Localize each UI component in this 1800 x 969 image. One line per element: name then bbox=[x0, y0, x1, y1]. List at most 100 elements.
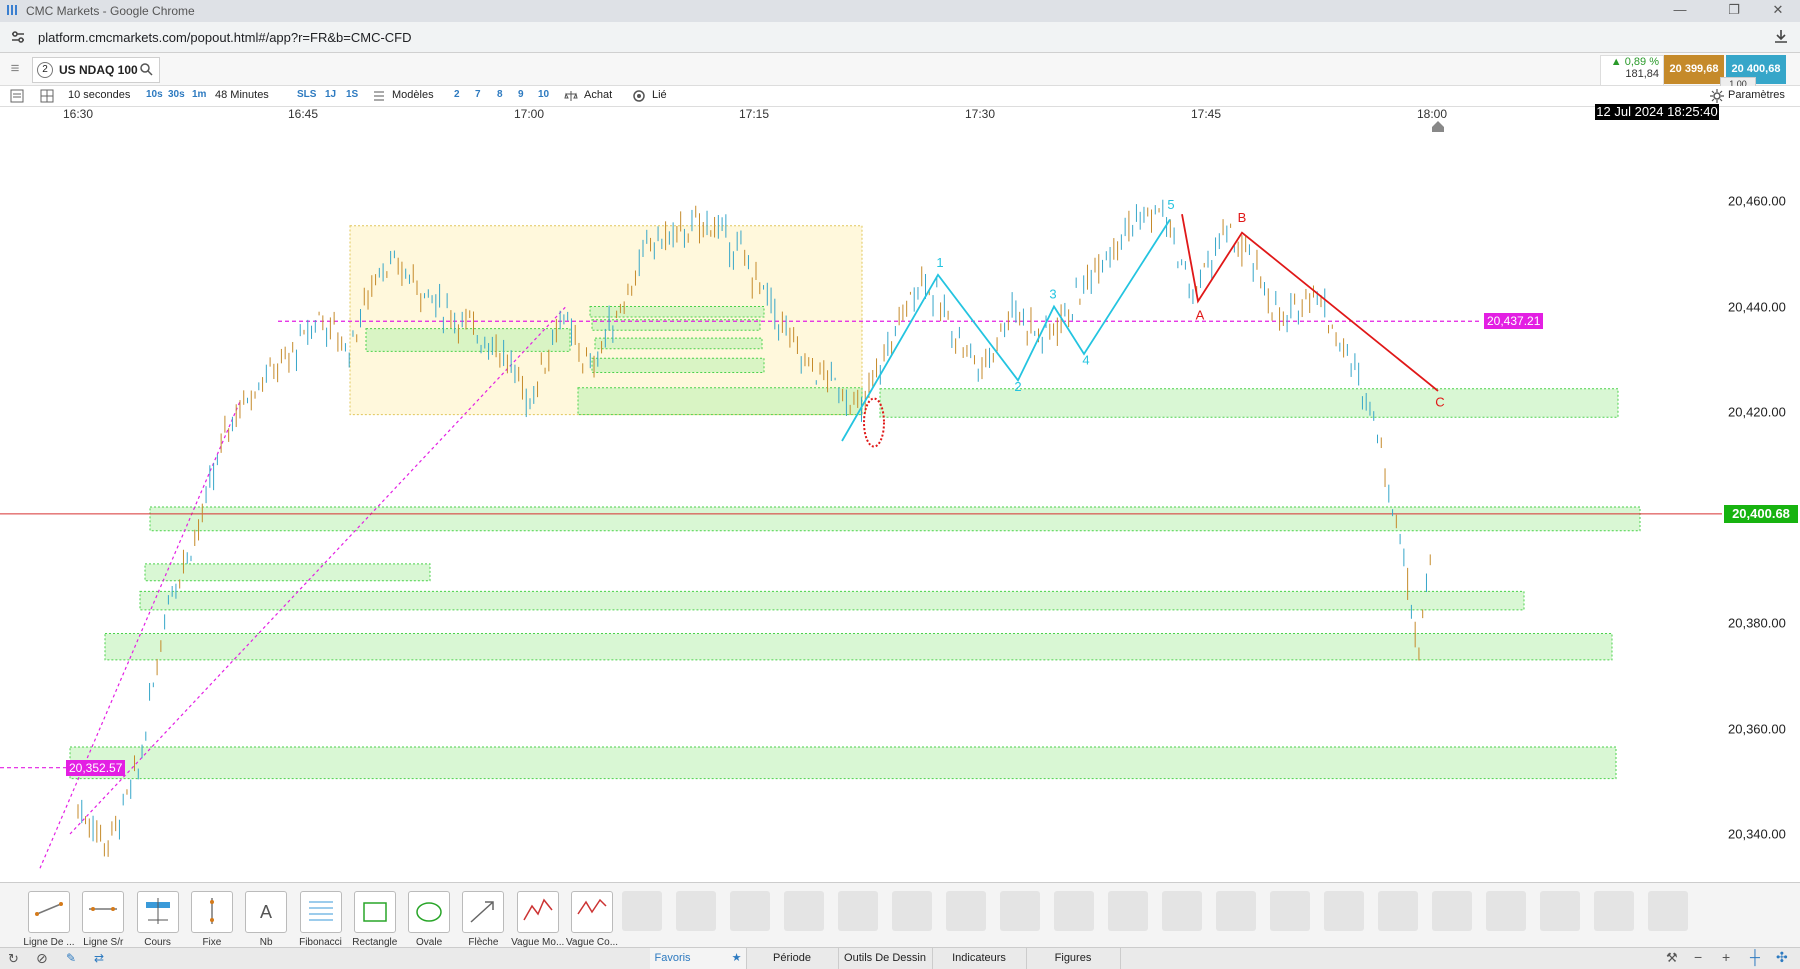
empty-tool-slot[interactable] bbox=[1054, 891, 1094, 931]
settings-icon[interactable] bbox=[1710, 89, 1724, 103]
support-zone bbox=[69, 746, 1617, 780]
zoom-in-icon[interactable]: + bbox=[1722, 949, 1730, 965]
empty-tool-slot[interactable] bbox=[1540, 891, 1580, 931]
time-tick: 17:45 bbox=[1190, 107, 1222, 121]
support-zone bbox=[577, 387, 863, 416]
tool-fibonacci[interactable]: Fibonacci bbox=[294, 891, 348, 948]
tool-text[interactable]: A Nb bbox=[239, 891, 293, 948]
empty-tool-slot[interactable] bbox=[784, 891, 824, 931]
crosshair-icon[interactable]: ┼ bbox=[1750, 949, 1760, 965]
interval-10s[interactable]: 10s bbox=[146, 89, 163, 100]
tool-line[interactable]: Ligne De ... bbox=[22, 891, 76, 948]
empty-tool-slot[interactable] bbox=[622, 891, 662, 931]
empty-tool-slot[interactable] bbox=[892, 891, 932, 931]
empty-tool-slot[interactable] bbox=[1270, 891, 1310, 931]
tool-oval[interactable]: Ovale bbox=[402, 891, 456, 948]
models-button[interactable]: Modèles bbox=[392, 89, 434, 101]
download-icon[interactable] bbox=[1772, 28, 1790, 46]
star-icon: ★ bbox=[731, 952, 742, 964]
support-zone bbox=[594, 337, 763, 350]
wave-label: 3 bbox=[1049, 287, 1056, 302]
cancel-icon[interactable]: ⊘ bbox=[36, 950, 48, 967]
time-tick: 16:30 bbox=[62, 107, 94, 121]
oval-icon bbox=[408, 891, 451, 933]
tool-fixed[interactable]: Fixe bbox=[185, 891, 239, 948]
refresh-icon[interactable]: ↻ bbox=[8, 951, 19, 967]
menu-icon[interactable]: ≡ bbox=[6, 61, 24, 77]
chart-canvas[interactable]: 1 2 3 4 5 A B C bbox=[0, 121, 1722, 881]
time-tick: 17:15 bbox=[738, 107, 770, 121]
time-axis: 16:30 16:45 17:00 17:15 17:30 17:45 18:0… bbox=[0, 107, 1720, 121]
empty-tool-slot[interactable] bbox=[1162, 891, 1202, 931]
tools-icon[interactable]: ⚒ bbox=[1666, 950, 1678, 966]
model-7[interactable]: 7 bbox=[475, 89, 481, 100]
tool-arrow[interactable]: Flèche bbox=[456, 891, 510, 948]
empty-tool-slot[interactable] bbox=[838, 891, 878, 931]
expand-icon[interactable]: ✣ bbox=[1776, 949, 1788, 966]
search-icon[interactable] bbox=[139, 62, 153, 76]
range-1s[interactable]: 1S bbox=[346, 89, 358, 100]
tab-outils-dessin[interactable]: Outils De Dessin bbox=[838, 948, 933, 969]
empty-tool-slot[interactable] bbox=[1486, 891, 1526, 931]
model-2[interactable]: 2 bbox=[454, 89, 460, 100]
wave-label: 4 bbox=[1082, 353, 1089, 368]
range-sls[interactable]: SLS bbox=[297, 89, 316, 100]
parametres-button[interactable]: Paramètres bbox=[1728, 89, 1785, 101]
model-10[interactable]: 10 bbox=[538, 89, 549, 100]
restore-icon[interactable]: ❐ bbox=[1714, 2, 1754, 20]
layout-grid-icon[interactable] bbox=[40, 89, 54, 103]
instrument-number: 2 bbox=[37, 62, 53, 78]
model-9[interactable]: 9 bbox=[518, 89, 524, 100]
model-8[interactable]: 8 bbox=[497, 89, 503, 100]
chart-list-icon[interactable] bbox=[10, 89, 24, 103]
tool-sr-line[interactable]: Ligne S/r bbox=[76, 891, 130, 948]
url-field[interactable]: platform.cmcmarkets.com/popout.html#/app… bbox=[38, 30, 412, 45]
empty-tool-slot[interactable] bbox=[1648, 891, 1688, 931]
tab-periode[interactable]: Période bbox=[746, 948, 839, 969]
swap-icon[interactable]: ⇄ bbox=[94, 951, 104, 965]
empty-tool-slot[interactable] bbox=[1594, 891, 1634, 931]
empty-tool-slot[interactable] bbox=[676, 891, 716, 931]
tab-indicateurs[interactable]: Indicateurs bbox=[932, 948, 1027, 969]
achat-button[interactable]: Achat bbox=[584, 89, 612, 101]
range-select[interactable]: 48 Minutes bbox=[215, 89, 269, 101]
empty-tool-slot[interactable] bbox=[1432, 891, 1472, 931]
support-zone bbox=[139, 590, 1525, 611]
price-icon bbox=[136, 891, 179, 933]
interval-1m[interactable]: 1m bbox=[192, 89, 206, 100]
empty-tool-slot[interactable] bbox=[1216, 891, 1256, 931]
zoom-out-icon[interactable]: − bbox=[1694, 949, 1702, 965]
site-info-icon[interactable] bbox=[10, 29, 26, 45]
bottom-bar: ↻ ⊘ ✎ ⇄ Favoris ★ Période Outils De Dess… bbox=[0, 947, 1800, 969]
tab-favoris[interactable]: Favoris ★ bbox=[650, 948, 747, 969]
price-chart[interactable]: 1 2 3 4 5 A B C 20,437.21 20,352.57 bbox=[0, 121, 1723, 881]
price-axis[interactable]: 20,460.00 20,440.00 20,420.00 20,380.00 20,3… bbox=[1722, 121, 1800, 881]
support-zone bbox=[879, 388, 1619, 418]
empty-tool-slot[interactable] bbox=[1378, 891, 1418, 931]
level-label: 20,352.57 bbox=[66, 759, 126, 776]
tool-price[interactable]: Cours bbox=[131, 891, 185, 948]
empty-tool-slot[interactable] bbox=[1108, 891, 1148, 931]
change-percent: ▲ 0,89 % bbox=[1610, 56, 1659, 68]
tool-rectangle[interactable]: Rectangle bbox=[348, 891, 402, 948]
drawing-tools-panel: Ligne De ... Ligne S/r Cours Fixe A Nb Fibonac… bbox=[0, 882, 1800, 948]
instrument-selector[interactable]: 2 US NDAQ 100 bbox=[32, 57, 160, 83]
line-icon bbox=[28, 891, 70, 933]
current-price-label: 20,400.68 bbox=[1724, 504, 1798, 523]
tab-figures[interactable]: Figures bbox=[1026, 948, 1121, 969]
interval-30s[interactable]: 30s bbox=[168, 89, 185, 100]
tool-wave[interactable]: Vague Mo... bbox=[511, 891, 565, 948]
pen-icon[interactable]: ✎ bbox=[66, 951, 76, 965]
sell-price-button[interactable]: 20 399,68 bbox=[1664, 55, 1724, 84]
empty-tool-slot[interactable] bbox=[1324, 891, 1364, 931]
range-1j[interactable]: 1J bbox=[325, 89, 336, 100]
minimize-icon[interactable]: — bbox=[1660, 2, 1700, 20]
tool-corrective-wave[interactable]: Vague Co... bbox=[565, 891, 619, 948]
close-icon[interactable]: ✕ bbox=[1758, 2, 1798, 20]
interval-select[interactable]: 10 secondes bbox=[68, 89, 130, 101]
app-logo-icon bbox=[7, 5, 17, 15]
empty-tool-slot[interactable] bbox=[1000, 891, 1040, 931]
lie-button[interactable]: Lié bbox=[652, 89, 667, 101]
empty-tool-slot[interactable] bbox=[730, 891, 770, 931]
empty-tool-slot[interactable] bbox=[946, 891, 986, 931]
